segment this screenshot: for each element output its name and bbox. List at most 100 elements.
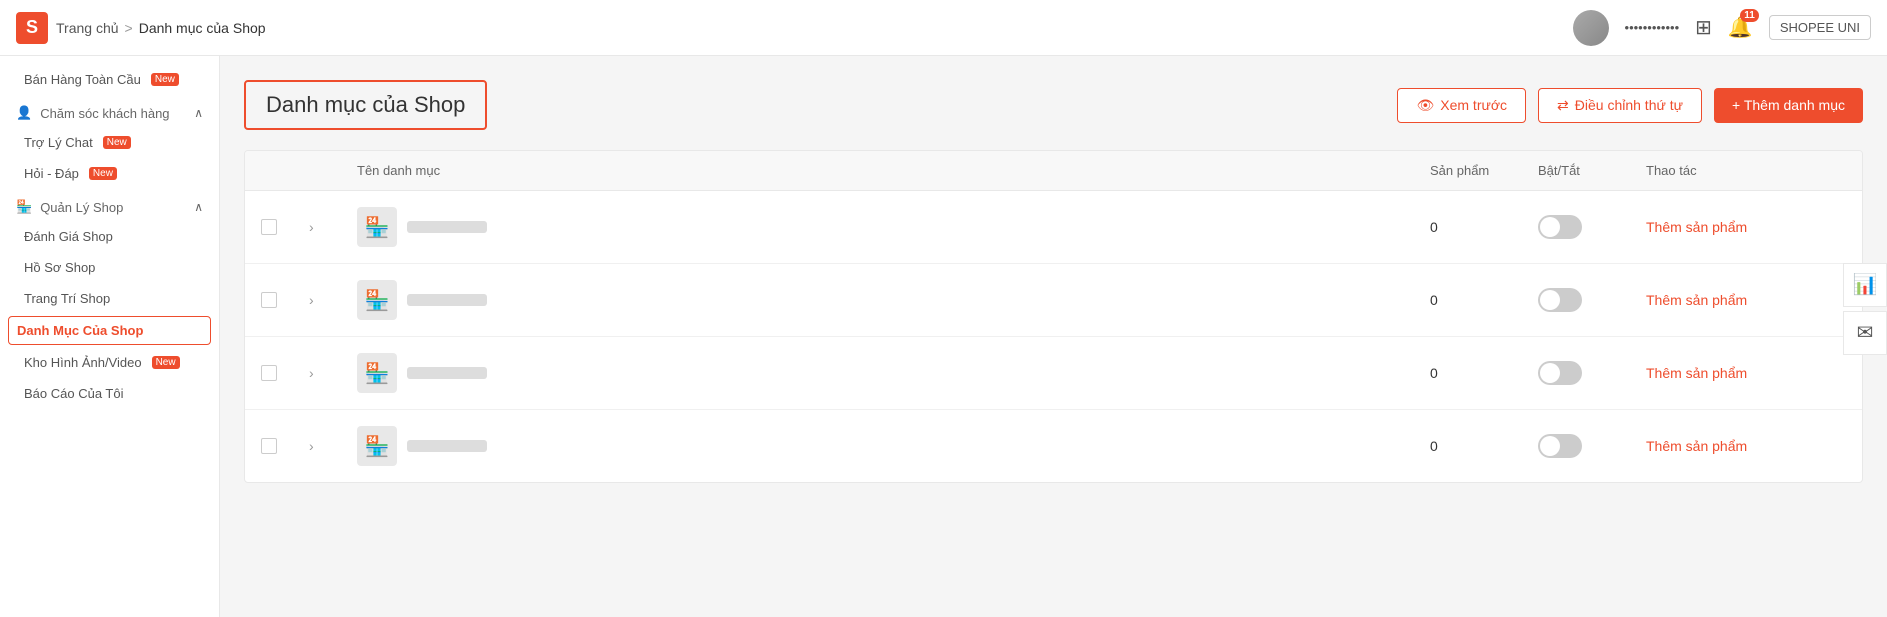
row-product-count: 0: [1430, 438, 1530, 454]
add-product-link[interactable]: Thêm sản phẩm: [1646, 292, 1846, 308]
toggle-switch[interactable]: [1538, 215, 1582, 239]
analytics-icon: 📊: [1853, 272, 1878, 297]
category-name: [407, 221, 487, 233]
sidebar: Bán Hàng Toàn Cầu New 👤 Chăm sóc khách h…: [0, 56, 220, 617]
col-product: Sản phẩm: [1430, 163, 1530, 178]
top-header: S Trang chủ > Danh mục của Shop ••••••••…: [0, 0, 1887, 56]
add-label: + Thêm danh mục: [1732, 97, 1845, 113]
row-checkbox[interactable]: [261, 365, 277, 381]
main-content: Danh mục của Shop 👁 Xem trước ⇄ Điều chỉ…: [220, 56, 1887, 617]
sidebar-item-label: Đánh Giá Shop: [24, 229, 113, 244]
sidebar-item-bao-cao-cua-toi[interactable]: Báo Cáo Của Tôi: [0, 378, 219, 409]
adjust-icon: ⇄: [1557, 97, 1569, 114]
row-product-count: 0: [1430, 365, 1530, 381]
sidebar-item-ho-so-shop[interactable]: Hồ Sơ Shop: [0, 252, 219, 283]
category-thumbnail: 🏪: [357, 426, 397, 466]
eye-icon: 👁: [1416, 97, 1434, 114]
add-product-link[interactable]: Thêm sản phẩm: [1646, 365, 1846, 381]
row-category-cell: 🏪: [357, 207, 1422, 247]
sidebar-item-label: Hồ Sơ Shop: [24, 260, 95, 275]
adjust-order-button[interactable]: ⇄ Điều chỉnh thứ tự: [1538, 88, 1702, 123]
section-icon-shop: 🏪: [16, 199, 32, 215]
preview-button[interactable]: 👁 Xem trước: [1397, 88, 1526, 123]
new-badge: New: [151, 73, 179, 86]
toggle-switch[interactable]: [1538, 361, 1582, 385]
col-check: [261, 163, 301, 178]
sidebar-item-label: Báo Cáo Của Tôi: [24, 386, 124, 401]
sidebar-item-trang-tri-shop[interactable]: Trang Trí Shop: [0, 283, 219, 314]
row-category-cell: 🏪: [357, 426, 1422, 466]
table-row: › 🏪 0 Thêm sản phẩm: [245, 191, 1862, 264]
shopee-logo: S: [16, 12, 48, 44]
row-product-count: 0: [1430, 219, 1530, 235]
add-product-link[interactable]: Thêm sản phẩm: [1646, 219, 1846, 235]
new-badge: New: [103, 136, 131, 149]
breadcrumb-current: Danh mục của Shop: [139, 20, 266, 36]
avatar[interactable]: [1573, 10, 1609, 46]
breadcrumb-home[interactable]: Trang chủ: [56, 20, 119, 36]
row-checkbox[interactable]: [261, 219, 277, 235]
sidebar-item-danh-gia-shop[interactable]: Đánh Giá Shop: [0, 221, 219, 252]
table-row: › 🏪 0 Thêm sản phẩm: [245, 264, 1862, 337]
row-checkbox[interactable]: [261, 438, 277, 454]
col-action: Thao tác: [1646, 163, 1846, 178]
message-float-button[interactable]: ✉: [1843, 311, 1887, 355]
sidebar-item-danh-muc-cua-shop[interactable]: Danh Mục Của Shop: [8, 316, 211, 345]
add-category-button[interactable]: + Thêm danh mục: [1714, 88, 1863, 123]
chevron-up-icon: ∧: [194, 200, 203, 214]
col-name: Tên danh mục: [357, 163, 1422, 178]
category-thumbnail: 🏪: [357, 280, 397, 320]
sidebar-item-label: Trợ Lý Chat: [24, 135, 93, 150]
col-toggle: Bật/Tắt: [1538, 163, 1638, 178]
new-badge: New: [89, 167, 117, 180]
category-thumbnail: 🏪: [357, 353, 397, 393]
row-expand-chevron[interactable]: ›: [309, 292, 349, 308]
sidebar-item-ban-hang-toan-cau[interactable]: Bán Hàng Toàn Cầu New: [0, 64, 219, 95]
toggle-switch[interactable]: [1538, 288, 1582, 312]
page-actions: 👁 Xem trước ⇄ Điều chỉnh thứ tự + Thêm d…: [1397, 88, 1863, 123]
row-expand-chevron[interactable]: ›: [309, 365, 349, 381]
bell-badge: 11: [1740, 9, 1759, 22]
section-icon-cham-soc: 👤: [16, 105, 32, 121]
breadcrumb: Trang chủ > Danh mục của Shop: [56, 20, 1565, 36]
sidebar-section-cham-soc[interactable]: 👤 Chăm sóc khách hàng ∧: [0, 95, 219, 127]
preview-label: Xem trước: [1440, 97, 1507, 113]
col-expand: [309, 163, 349, 178]
row-checkbox[interactable]: [261, 292, 277, 308]
new-badge: New: [152, 356, 180, 369]
row-expand-chevron[interactable]: ›: [309, 438, 349, 454]
table-header-row: Tên danh mục Sản phẩm Bật/Tắt Thao tác: [245, 151, 1862, 191]
sidebar-item-hoi-dap[interactable]: Hỏi - Đáp New: [0, 158, 219, 189]
add-product-link[interactable]: Thêm sản phẩm: [1646, 438, 1846, 454]
chevron-up-icon: ∧: [194, 106, 203, 120]
table-row: › 🏪 0 Thêm sản phẩm: [245, 337, 1862, 410]
row-category-cell: 🏪: [357, 280, 1422, 320]
sidebar-item-label: Hỏi - Đáp: [24, 166, 79, 181]
shopee-uni-button[interactable]: SHOPEE UNI: [1769, 15, 1871, 40]
toggle-switch[interactable]: [1538, 434, 1582, 458]
category-name: [407, 367, 487, 379]
sidebar-item-label: Kho Hình Ảnh/Video: [24, 355, 142, 370]
section-label: Quản Lý Shop: [40, 200, 123, 215]
shop-icon: 🏪: [365, 288, 390, 313]
body-wrapper: Bán Hàng Toàn Cầu New 👤 Chăm sóc khách h…: [0, 56, 1887, 617]
right-float-panel: 📊 ✉: [1843, 263, 1887, 355]
grid-icon[interactable]: ⊞: [1695, 15, 1712, 40]
analytics-float-button[interactable]: 📊: [1843, 263, 1887, 307]
page-header: Danh mục của Shop 👁 Xem trước ⇄ Điều chỉ…: [244, 80, 1863, 130]
section-label: Chăm sóc khách hàng: [40, 106, 169, 121]
adjust-label: Điều chỉnh thứ tự: [1575, 97, 1683, 113]
shop-icon: 🏪: [365, 361, 390, 386]
bell-button[interactable]: 🔔 11: [1728, 15, 1753, 40]
row-category-cell: 🏪: [357, 353, 1422, 393]
sidebar-item-tro-ly-chat[interactable]: Trợ Lý Chat New: [0, 127, 219, 158]
sidebar-item-kho-hinh-anh[interactable]: Kho Hình Ảnh/Video New: [0, 347, 219, 378]
sidebar-item-label: Trang Trí Shop: [24, 291, 110, 306]
message-icon: ✉: [1857, 320, 1874, 345]
page-title: Danh mục của Shop: [244, 80, 487, 130]
sidebar-section-quan-ly-shop[interactable]: 🏪 Quản Lý Shop ∧: [0, 189, 219, 221]
sidebar-item-label: Danh Mục Của Shop: [17, 323, 143, 338]
row-product-count: 0: [1430, 292, 1530, 308]
breadcrumb-separator: >: [125, 20, 133, 36]
row-expand-chevron[interactable]: ›: [309, 219, 349, 235]
